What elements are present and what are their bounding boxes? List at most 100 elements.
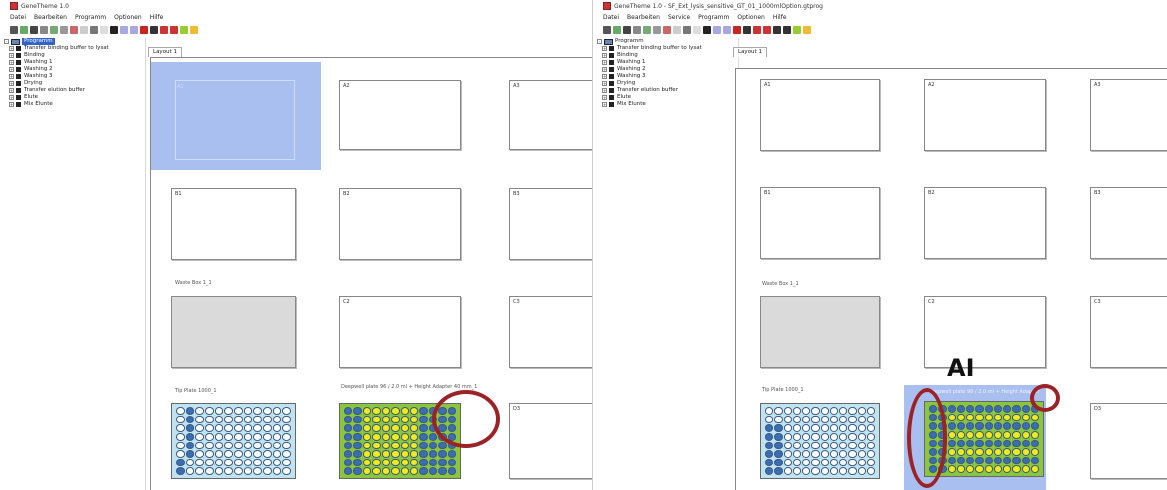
well <box>802 415 811 424</box>
tree-item[interactable]: + Transfer elution buffer <box>4 87 145 94</box>
print-icon[interactable] <box>633 25 641 34</box>
window-icon[interactable] <box>60 25 68 34</box>
well <box>409 467 419 475</box>
tool-icon[interactable] <box>663 25 671 34</box>
slot-b2[interactable]: B2 <box>924 187 1046 259</box>
tree-item[interactable]: + Washing 2 <box>4 66 145 73</box>
pause-icon[interactable] <box>763 25 771 34</box>
slot-c1-waste-box[interactable] <box>171 296 296 368</box>
help-icon[interactable] <box>803 25 811 34</box>
grid-icon[interactable] <box>90 25 98 34</box>
record-icon[interactable] <box>160 25 168 34</box>
tree-item[interactable]: + Washing 3 <box>4 73 145 80</box>
run-icon[interactable] <box>110 25 118 34</box>
play-icon[interactable] <box>150 25 158 34</box>
grid-icon[interactable] <box>683 25 691 34</box>
bulb-icon[interactable] <box>180 25 188 34</box>
tree-item[interactable]: + Binding <box>597 52 738 59</box>
slot-c3[interactable]: C3 <box>509 296 592 368</box>
tree-item[interactable]: + Washing 3 <box>597 73 738 80</box>
menu-bearbeiten[interactable]: Bearbeiten <box>34 14 67 21</box>
bulb-icon[interactable] <box>793 25 801 34</box>
slot-c3[interactable]: C3 <box>1090 296 1167 368</box>
copy-icon[interactable] <box>693 25 701 34</box>
tree-item[interactable]: + Transfer binding buffer to lysat <box>597 45 738 52</box>
step-icon[interactable] <box>713 25 721 34</box>
slot-c1-waste-box[interactable] <box>760 296 880 368</box>
slot-b3[interactable]: B3 <box>1090 187 1167 259</box>
slot-a1[interactable]: A1 <box>151 62 321 170</box>
new-icon[interactable] <box>10 25 18 34</box>
tree-item[interactable]: + Elute <box>4 94 145 101</box>
slot-a3[interactable]: A3 <box>1090 79 1167 151</box>
zoom-icon[interactable] <box>673 25 681 34</box>
open-icon[interactable] <box>613 25 621 34</box>
filter-icon[interactable] <box>50 25 58 34</box>
slot-a1[interactable]: A1 <box>760 79 880 151</box>
tree-item[interactable]: + Drying <box>597 80 738 87</box>
tree-item[interactable]: + Binding <box>4 52 145 59</box>
menu-optionen[interactable]: Optionen <box>737 14 765 21</box>
tree-item[interactable]: + Transfer binding buffer to lysat <box>4 45 145 52</box>
menu-datei[interactable]: Datei <box>603 14 619 21</box>
menu-optionen[interactable]: Optionen <box>114 14 142 21</box>
slot-c2[interactable]: C2 <box>339 296 461 368</box>
tree-item[interactable]: + Washing 2 <box>597 66 738 73</box>
tool-icon[interactable] <box>70 25 78 34</box>
slot-a2[interactable]: A2 <box>339 80 461 150</box>
tree-root[interactable]: - Programm <box>597 38 738 45</box>
slot-b2[interactable]: B2 <box>339 188 461 260</box>
down-icon[interactable] <box>783 25 791 34</box>
step2-icon[interactable] <box>130 25 138 34</box>
copy-icon[interactable] <box>100 25 108 34</box>
menu-programm[interactable]: Programm <box>698 14 729 21</box>
well <box>214 407 224 415</box>
tree-item[interactable]: + Transfer elution buffer <box>597 87 738 94</box>
slot-d3[interactable]: D3 <box>509 403 592 479</box>
run-icon[interactable] <box>703 25 711 34</box>
menu-hilfe[interactable]: Hilfe <box>773 14 787 21</box>
tip-plate[interactable] <box>171 403 296 479</box>
window-icon[interactable] <box>653 25 661 34</box>
slot-a3[interactable]: A3 <box>509 80 592 150</box>
up-icon[interactable] <box>773 25 781 34</box>
program-tree: - Programm + Transfer binding buffer to ly… <box>597 38 739 490</box>
menu-service[interactable]: Service <box>668 14 690 21</box>
stop-icon[interactable] <box>733 25 741 34</box>
slot-c2[interactable]: C2 <box>924 296 1046 368</box>
zoom-icon[interactable] <box>80 25 88 34</box>
slot-a2[interactable]: A2 <box>924 79 1046 151</box>
tree-item[interactable]: + Mix Elunte <box>597 101 738 108</box>
step-icon[interactable] <box>120 25 128 34</box>
tree-item[interactable]: + Elute <box>597 94 738 101</box>
menu-programm[interactable]: Programm <box>75 14 106 21</box>
new-icon[interactable] <box>603 25 611 34</box>
stop-icon[interactable] <box>140 25 148 34</box>
tab-layout-1[interactable]: Layout 1 <box>733 47 767 57</box>
menu-hilfe[interactable]: Hilfe <box>150 14 164 21</box>
help-icon[interactable] <box>190 25 198 34</box>
save-icon[interactable] <box>30 25 38 34</box>
tip-plate[interactable] <box>760 403 880 479</box>
tab-layout-1[interactable]: Layout 1 <box>148 47 182 57</box>
tree-item[interactable]: + Washing 1 <box>4 59 145 66</box>
tree-item[interactable]: + Mix Elunte <box>4 101 145 108</box>
save-icon[interactable] <box>623 25 631 34</box>
menu-datei[interactable]: Datei <box>10 14 26 21</box>
well <box>409 407 419 415</box>
tree-item[interactable]: + Drying <box>4 80 145 87</box>
open-icon[interactable] <box>20 25 28 34</box>
play-icon[interactable] <box>743 25 751 34</box>
slot-d3[interactable]: D3 <box>1090 403 1167 479</box>
slot-b1[interactable]: B1 <box>171 188 296 260</box>
pause-icon[interactable] <box>170 25 178 34</box>
tree-item[interactable]: + Washing 1 <box>597 59 738 66</box>
print-icon[interactable] <box>40 25 48 34</box>
menu-bearbeiten[interactable]: Bearbeiten <box>627 14 660 21</box>
record-icon[interactable] <box>753 25 761 34</box>
slot-b1[interactable]: B1 <box>760 187 880 259</box>
step2-icon[interactable] <box>723 25 731 34</box>
slot-b3[interactable]: B3 <box>509 188 592 260</box>
filter-icon[interactable] <box>643 25 651 34</box>
tree-root[interactable]: - Programm <box>4 38 145 45</box>
